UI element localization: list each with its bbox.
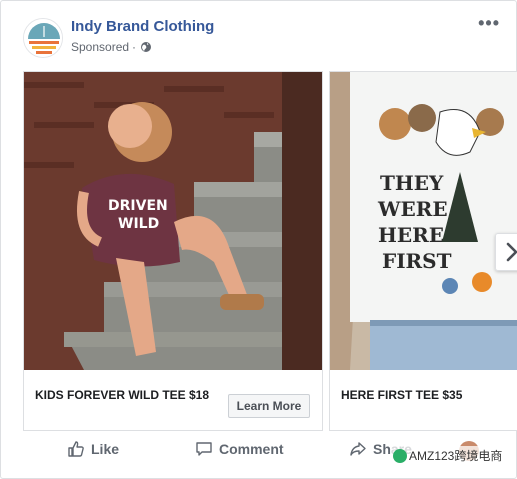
sponsored-line: Sponsored · — [71, 40, 152, 54]
like-button[interactable]: Like — [67, 440, 119, 458]
page-logo-avatar[interactable] — [23, 18, 63, 58]
shirt-print-driven: DRIVEN — [108, 198, 168, 214]
more-options-button[interactable]: ••• — [478, 13, 500, 34]
chevron-right-icon — [506, 242, 517, 262]
shirt-print-wild: WILD — [118, 216, 159, 232]
comment-button[interactable]: Comment — [195, 440, 284, 458]
watermark-text: AMZ123跨境电商 — [409, 449, 503, 463]
shirt-print-were: WERE — [377, 197, 448, 221]
like-label: Like — [91, 441, 120, 457]
watermark: AMZ123跨境电商 — [391, 446, 505, 465]
sunset-stripes-logo-icon — [24, 19, 62, 57]
sponsored-post: Indy Brand Clothing Sponsored · ••• DRIV… — [0, 0, 517, 479]
comment-label: Comment — [219, 441, 284, 457]
globe-icon[interactable] — [140, 41, 152, 53]
shirt-print-here: HERE — [378, 223, 444, 247]
shirt-print-first: FIRST — [382, 249, 452, 273]
separator-dot: · — [132, 40, 137, 54]
product-carousel: DRIVEN WILD KIDS FOREVER WILD TEE $18 Le… — [23, 71, 517, 431]
learn-more-button[interactable]: Learn More — [228, 394, 310, 418]
thumbs-up-icon — [68, 441, 84, 457]
share-arrow-icon — [350, 442, 366, 456]
wechat-icon — [393, 448, 407, 463]
carousel-card[interactable]: DRIVEN WILD KIDS FOREVER WILD TEE $18 Le… — [23, 71, 323, 431]
card-title[interactable]: HERE FIRST TEE $35 — [341, 388, 462, 402]
child-on-stairs-photo[interactable]: DRIVEN WILD — [24, 72, 322, 370]
carousel-next-button[interactable] — [495, 233, 517, 271]
carousel-card[interactable]: THEY WERE HERE FIRST HERE FIRST TEE $35 — [329, 71, 517, 431]
page-name-link[interactable]: Indy Brand Clothing — [71, 18, 214, 35]
shirt-print-they: THEY — [380, 171, 444, 195]
card-title[interactable]: KIDS FOREVER WILD TEE $18 — [35, 388, 209, 402]
animals-tee-photo[interactable]: THEY WERE HERE FIRST — [330, 72, 517, 370]
comment-bubble-icon — [196, 442, 212, 456]
sponsored-label[interactable]: Sponsored — [71, 40, 129, 54]
